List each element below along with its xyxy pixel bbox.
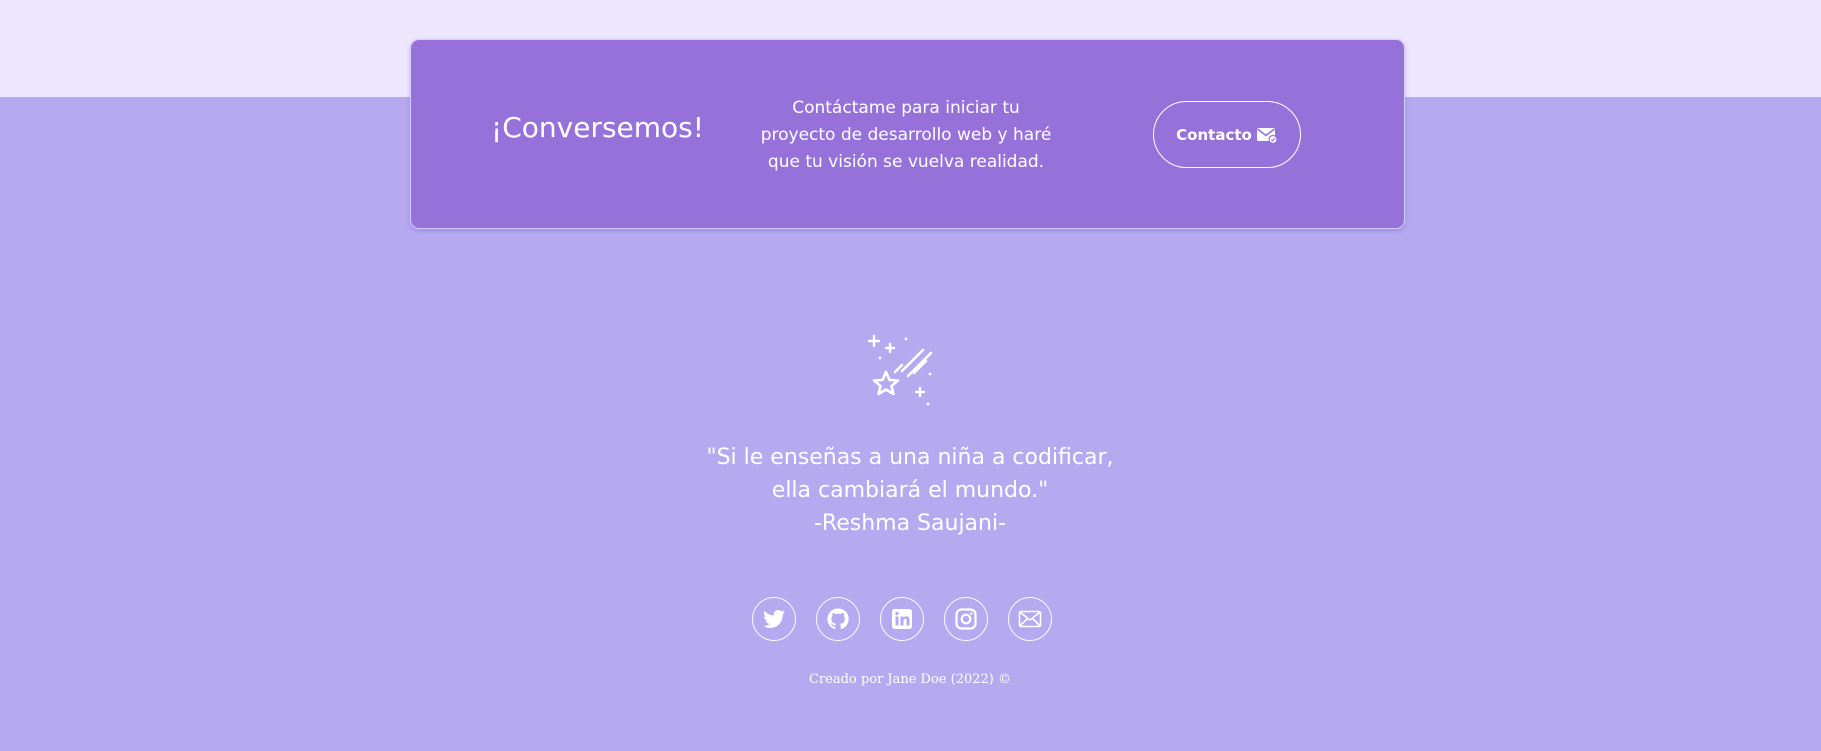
instagram-icon [955, 608, 977, 630]
mail-icon [1256, 126, 1278, 144]
page: ¡Conversemos! Contáctame para iniciar tu… [0, 0, 1821, 751]
footer-credit: Creado por Jane Doe (2022) © [809, 672, 1011, 687]
linkedin-link[interactable] [880, 597, 924, 641]
quote-author: -Reshma Saujani- [813, 511, 1007, 536]
social-links [752, 597, 1062, 643]
contact-cta-card: ¡Conversemos! Contáctame para iniciar tu… [410, 39, 1405, 229]
instagram-link[interactable] [944, 597, 988, 641]
shooting-star-icon [866, 331, 946, 411]
github-link[interactable] [816, 597, 860, 641]
linkedin-icon [892, 609, 912, 629]
email-link[interactable] [1008, 597, 1052, 641]
cta-title: ¡Conversemos! [491, 111, 704, 144]
email-icon [1018, 610, 1042, 628]
cta-description: Contáctame para iniciar tu proyecto de d… [760, 98, 1052, 172]
twitter-link[interactable] [752, 597, 796, 641]
quote-line-2: ella cambiará el mundo." [771, 478, 1049, 503]
quote: "Si le enseñas a una niña a codificar, e… [610, 441, 1210, 540]
contact-button-label: Contacto [1176, 125, 1252, 144]
contact-button[interactable]: Contacto [1153, 101, 1301, 168]
quote-line-1: "Si le enseñas a una niña a codificar, [706, 445, 1114, 470]
github-icon [827, 608, 849, 630]
twitter-icon [763, 609, 785, 628]
